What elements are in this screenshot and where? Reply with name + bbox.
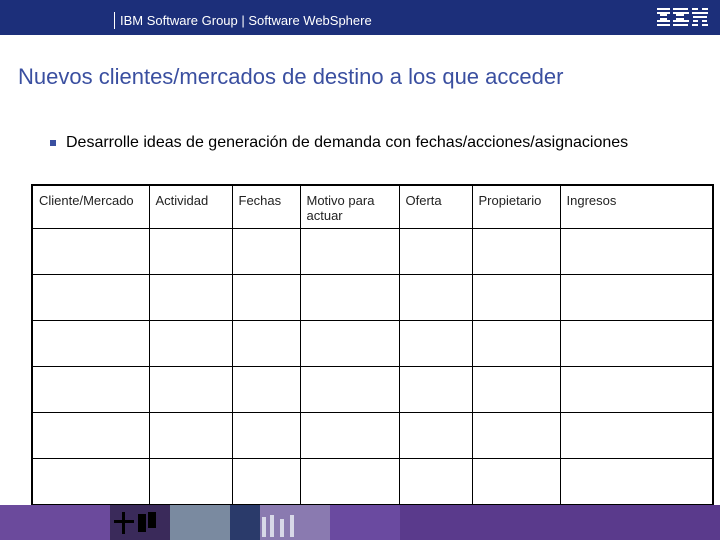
table-cell: [148, 228, 233, 275]
table-cell: [148, 366, 233, 413]
table-cell: [559, 228, 714, 275]
table-cell: [148, 274, 233, 321]
table-cell: [398, 274, 473, 321]
column-header-oferta: Oferta: [398, 184, 473, 229]
table-cell: [559, 412, 714, 459]
table-cell: [398, 458, 473, 506]
table-cell: [398, 228, 473, 275]
table-cell: [148, 320, 233, 367]
footer-bars-icon: [262, 515, 294, 537]
table-cell: [231, 228, 301, 275]
table-cell: [299, 320, 400, 367]
footer-band: [330, 505, 400, 540]
ibm-logo: [657, 8, 708, 26]
table-row: [31, 320, 714, 367]
table-cell: [471, 412, 561, 459]
table-cell: [231, 274, 301, 321]
table-cell: [31, 274, 150, 321]
bullet-text: Desarrolle ideas de generación de demand…: [66, 134, 629, 151]
footer-banner: [0, 505, 720, 540]
table-cell: [31, 458, 150, 506]
table-cell: [299, 412, 400, 459]
header-text: IBM Software Group | Software WebSphere: [114, 12, 372, 29]
table-cell: [299, 228, 400, 275]
table-cell: [471, 228, 561, 275]
table-header-row: Cliente/Mercado Actividad Fechas Motivo …: [31, 184, 714, 229]
footer-band: [170, 505, 230, 540]
table-cell: [299, 274, 400, 321]
table-cell: [231, 366, 301, 413]
table-cell: [398, 320, 473, 367]
column-header-motivo: Motivo para actuar: [299, 184, 400, 229]
table-cell: [31, 320, 150, 367]
table-cell: [559, 320, 714, 367]
table-row: [31, 228, 714, 275]
bullet-item: Desarrolle ideas de generación de demand…: [50, 134, 628, 152]
planning-table: Cliente/Mercado Actividad Fechas Motivo …: [31, 184, 714, 506]
footer-band: [0, 505, 110, 540]
table-row: [31, 274, 714, 321]
table-cell: [398, 412, 473, 459]
table-cell: [31, 366, 150, 413]
column-header-cliente-mercado: Cliente/Mercado: [31, 184, 150, 229]
table-cell: [148, 458, 233, 506]
table-cell: [559, 274, 714, 321]
footer-band: [400, 505, 720, 540]
table-cell: [471, 274, 561, 321]
bullet-square-icon: [50, 140, 56, 146]
footer-band: [230, 505, 260, 540]
column-header-fechas: Fechas: [231, 184, 301, 229]
table-cell: [299, 366, 400, 413]
table-cell: [471, 320, 561, 367]
column-header-actividad: Actividad: [148, 184, 233, 229]
table-cell: [231, 412, 301, 459]
table-cell: [231, 458, 301, 506]
table-cell: [398, 366, 473, 413]
table-cell: [231, 320, 301, 367]
table-cell: [148, 412, 233, 459]
header-bar: IBM Software Group | Software WebSphere: [0, 0, 720, 35]
table-cell: [31, 412, 150, 459]
table-row: [31, 366, 714, 413]
table-row: [31, 458, 714, 506]
column-header-propietario: Propietario: [471, 184, 561, 229]
table-cell: [559, 366, 714, 413]
footer-decoration-icon: [114, 512, 156, 534]
table-cell: [559, 458, 714, 506]
table-cell: [31, 228, 150, 275]
column-header-ingresos: Ingresos: [559, 184, 714, 229]
page-title: Nuevos clientes/mercados de destino a lo…: [18, 64, 564, 89]
table-row: [31, 412, 714, 459]
table-cell: [471, 458, 561, 506]
table-cell: [471, 366, 561, 413]
table-cell: [299, 458, 400, 506]
